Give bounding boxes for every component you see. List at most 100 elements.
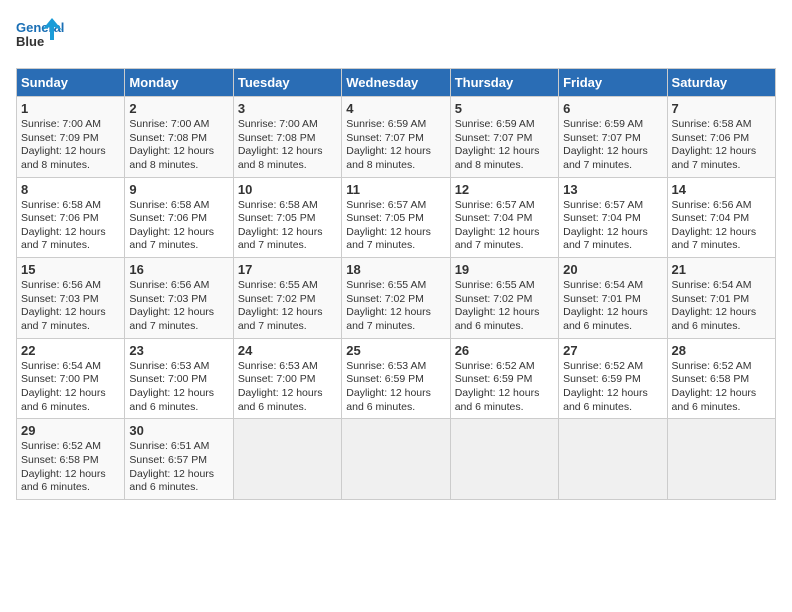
day-number: 24 (238, 343, 337, 358)
day-info: Daylight: 12 hours (129, 145, 228, 159)
calendar-cell: 17 Sunrise: 6:55 AMSunset: 7:02 PMDayligh… (233, 258, 341, 339)
day-info: Sunrise: 6:53 AM (346, 360, 445, 374)
day-info: and 7 minutes. (563, 239, 662, 253)
col-header-thursday: Thursday (450, 69, 558, 97)
day-number: 17 (238, 262, 337, 277)
day-info: Sunrise: 6:57 AM (563, 199, 662, 213)
day-number: 12 (455, 182, 554, 197)
day-info: Sunset: 7:02 PM (346, 293, 445, 307)
day-info: and 6 minutes. (21, 401, 120, 415)
day-info: Sunset: 7:02 PM (455, 293, 554, 307)
day-info: and 6 minutes. (21, 481, 120, 495)
day-info: Sunrise: 6:52 AM (563, 360, 662, 374)
calendar-cell: 27Sunrise: 6:52 AMSunset: 6:59 PMDayligh… (559, 338, 667, 419)
calendar-cell: 24Sunrise: 6:53 AMSunset: 7:00 PMDayligh… (233, 338, 341, 419)
day-info: Sunset: 7:01 PM (672, 293, 771, 307)
day-info: Sunset: 6:58 PM (672, 373, 771, 387)
day-info: and 8 minutes. (129, 159, 228, 173)
day-info: Daylight: 12 hours (346, 306, 445, 320)
day-info: and 8 minutes. (346, 159, 445, 173)
calendar-table: SundayMondayTuesdayWednesdayThursdayFrid… (16, 68, 776, 500)
day-info: Sunset: 7:00 PM (129, 373, 228, 387)
day-info: and 6 minutes. (238, 401, 337, 415)
col-header-wednesday: Wednesday (342, 69, 450, 97)
day-info: Daylight: 12 hours (21, 468, 120, 482)
day-number: 23 (129, 343, 228, 358)
col-header-monday: Monday (125, 69, 233, 97)
day-number: 14 (672, 182, 771, 197)
day-info: Sunrise: 6:59 AM (455, 118, 554, 132)
day-info: Daylight: 12 hours (238, 306, 337, 320)
day-info: Sunrise: 7:00 AM (129, 118, 228, 132)
calendar-cell: 12Sunrise: 6:57 AMSunset: 7:04 PMDayligh… (450, 177, 558, 258)
day-info: Sunset: 7:00 PM (238, 373, 337, 387)
day-info: Daylight: 12 hours (455, 306, 554, 320)
day-info: and 7 minutes. (672, 159, 771, 173)
day-info: and 6 minutes. (672, 320, 771, 334)
day-info: Sunset: 7:02 PM (238, 293, 337, 307)
day-info: Daylight: 12 hours (455, 145, 554, 159)
day-number: 27 (563, 343, 662, 358)
day-info: Sunrise: 6:54 AM (21, 360, 120, 374)
day-info: and 8 minutes. (238, 159, 337, 173)
calendar-cell: 7Sunrise: 6:58 AMSunset: 7:06 PMDaylight… (667, 97, 775, 178)
logo-svg: General Blue (16, 16, 64, 56)
day-info: Sunset: 7:06 PM (672, 132, 771, 146)
day-number: 1 (21, 101, 120, 116)
day-info: Daylight: 12 hours (672, 306, 771, 320)
day-info: Daylight: 12 hours (563, 306, 662, 320)
calendar-cell: 21Sunrise: 6:54 AMSunset: 7:01 PMDayligh… (667, 258, 775, 339)
calendar-cell: 15Sunrise: 6:56 AMSunset: 7:03 PMDayligh… (17, 258, 125, 339)
day-info: and 7 minutes. (238, 239, 337, 253)
calendar-cell (667, 419, 775, 500)
day-info: and 6 minutes. (455, 320, 554, 334)
day-info: and 6 minutes. (563, 320, 662, 334)
day-info: Sunset: 7:05 PM (238, 212, 337, 226)
day-info: and 8 minutes. (21, 159, 120, 173)
week-row: 15Sunrise: 6:56 AMSunset: 7:03 PMDayligh… (17, 258, 776, 339)
day-info: and 6 minutes. (129, 481, 228, 495)
day-info: Sunrise: 6:57 AM (455, 199, 554, 213)
day-number: 3 (238, 101, 337, 116)
day-info: Sunrise: 6:55 AM (346, 279, 445, 293)
svg-text:Blue: Blue (16, 34, 44, 49)
day-info: Sunset: 7:07 PM (563, 132, 662, 146)
day-info: Sunset: 6:57 PM (129, 454, 228, 468)
week-row: 22Sunrise: 6:54 AMSunset: 7:00 PMDayligh… (17, 338, 776, 419)
calendar-cell: 6Sunrise: 6:59 AMSunset: 7:07 PMDaylight… (559, 97, 667, 178)
day-info: Sunset: 7:06 PM (129, 212, 228, 226)
day-info: Sunset: 7:09 PM (21, 132, 120, 146)
day-number: 16 (129, 262, 228, 277)
day-number: 8 (21, 182, 120, 197)
calendar-cell: 11Sunrise: 6:57 AMSunset: 7:05 PMDayligh… (342, 177, 450, 258)
day-info: and 7 minutes. (238, 320, 337, 334)
day-info: Sunrise: 6:55 AM (238, 279, 337, 293)
day-number: 26 (455, 343, 554, 358)
day-info: Sunset: 6:59 PM (563, 373, 662, 387)
day-info: Sunrise: 6:54 AM (563, 279, 662, 293)
day-info: Sunset: 6:59 PM (346, 373, 445, 387)
day-info: Daylight: 12 hours (672, 145, 771, 159)
calendar-cell: 13Sunrise: 6:57 AMSunset: 7:04 PMDayligh… (559, 177, 667, 258)
day-info: Sunrise: 6:52 AM (21, 440, 120, 454)
col-header-friday: Friday (559, 69, 667, 97)
day-info: Daylight: 12 hours (563, 226, 662, 240)
calendar-cell: 23Sunrise: 6:53 AMSunset: 7:00 PMDayligh… (125, 338, 233, 419)
day-info: Sunrise: 6:57 AM (346, 199, 445, 213)
calendar-cell: 19Sunrise: 6:55 AMSunset: 7:02 PMDayligh… (450, 258, 558, 339)
calendar-cell: 1Sunrise: 7:00 AMSunset: 7:09 PMDaylight… (17, 97, 125, 178)
day-info: Sunrise: 6:55 AM (455, 279, 554, 293)
day-info: Sunset: 7:04 PM (455, 212, 554, 226)
day-info: Daylight: 12 hours (455, 387, 554, 401)
logo: General Blue (16, 16, 64, 56)
day-number: 30 (129, 423, 228, 438)
day-info: Daylight: 12 hours (346, 226, 445, 240)
day-number: 21 (672, 262, 771, 277)
day-info: Sunrise: 6:59 AM (346, 118, 445, 132)
day-info: Daylight: 12 hours (21, 387, 120, 401)
day-info: Daylight: 12 hours (346, 387, 445, 401)
calendar-cell (233, 419, 341, 500)
calendar-cell: 30Sunrise: 6:51 AMSunset: 6:57 PMDayligh… (125, 419, 233, 500)
calendar-cell: 2Sunrise: 7:00 AMSunset: 7:08 PMDaylight… (125, 97, 233, 178)
day-info: Sunset: 7:06 PM (21, 212, 120, 226)
